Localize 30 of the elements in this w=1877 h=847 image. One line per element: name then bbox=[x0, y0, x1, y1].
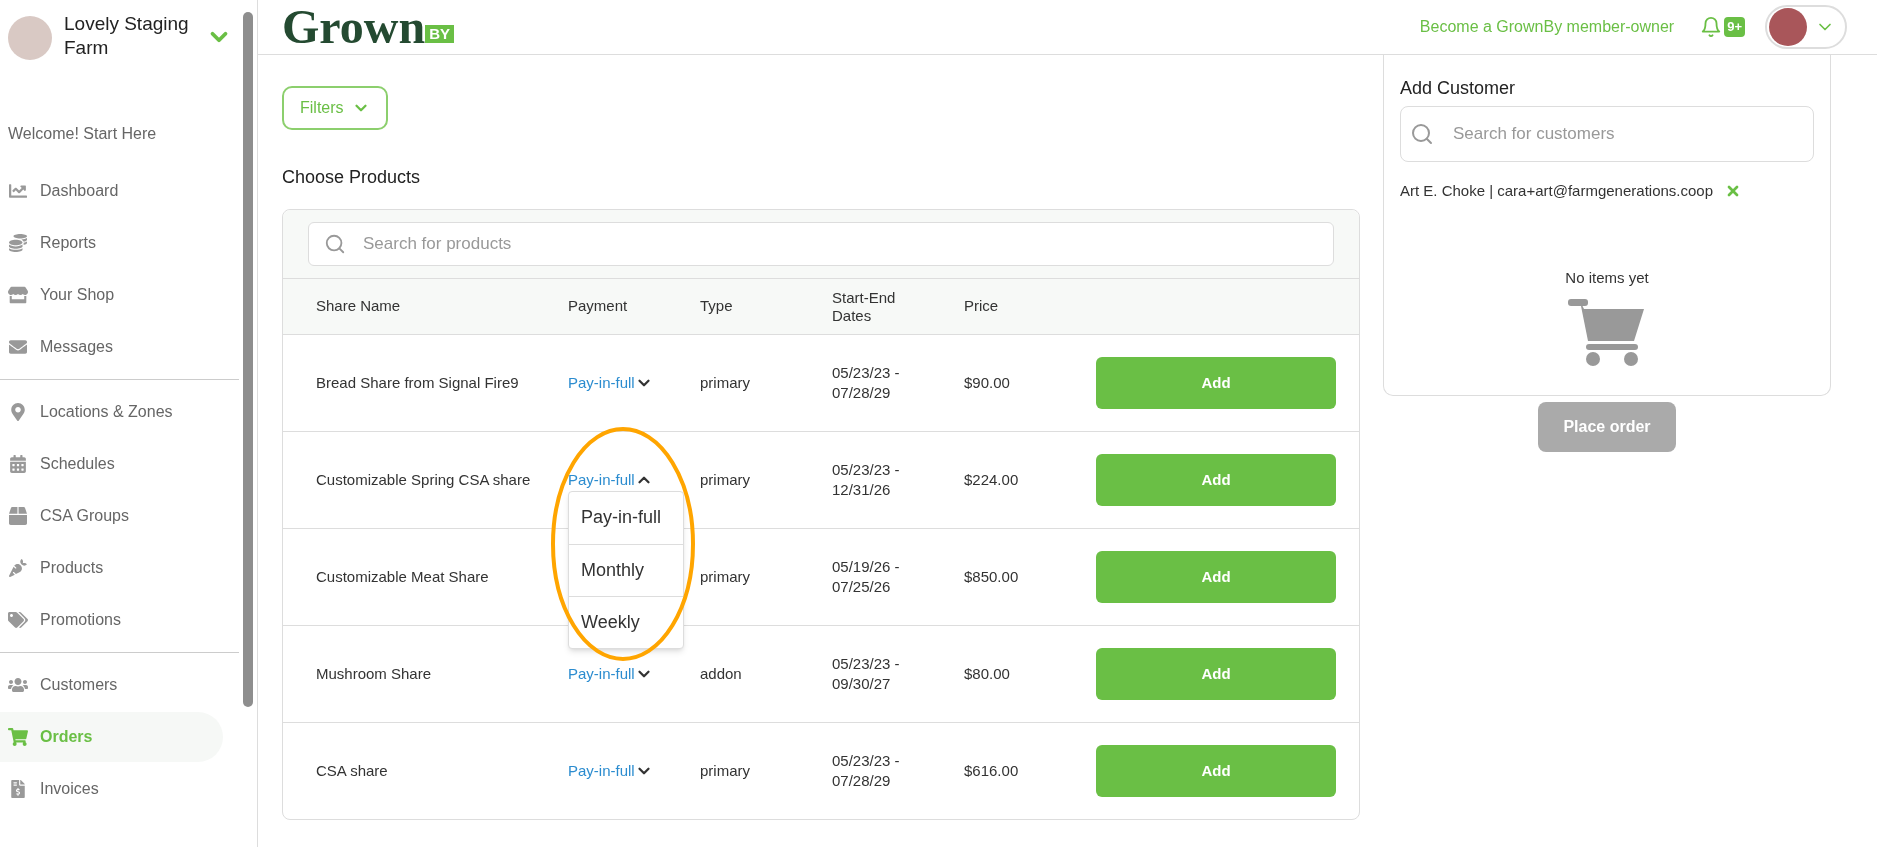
date-range: 05/23/23 - 07/28/29 bbox=[832, 751, 901, 791]
price: $616.00 bbox=[964, 760, 1020, 781]
share-name: CSA share bbox=[316, 761, 389, 781]
share-name: Mushroom Share bbox=[316, 664, 433, 684]
column-header: Type bbox=[700, 296, 734, 317]
date-range: 05/23/23 - 07/28/29 bbox=[832, 363, 901, 403]
price: $224.00 bbox=[964, 469, 1020, 490]
share-type: primary bbox=[700, 469, 751, 490]
price: $80.00 bbox=[964, 663, 1011, 684]
date-range: 05/23/23 - 09/30/27 bbox=[832, 654, 901, 694]
section-title: Choose Products bbox=[282, 166, 422, 189]
column-header: Share Name bbox=[316, 296, 402, 317]
share-name: Customizable Meat Share bbox=[316, 567, 490, 587]
notification-badge: 9+ bbox=[1724, 17, 1745, 37]
column-header: Price bbox=[964, 296, 1000, 317]
selected-customer: Art E. Choke | cara+art@farmgenerations.coop bbox=[1400, 181, 1714, 201]
column-header: Payment bbox=[568, 296, 629, 317]
share-type: primary bbox=[700, 760, 751, 781]
price: $90.00 bbox=[964, 372, 1011, 393]
price: $850.00 bbox=[964, 566, 1020, 587]
share-type: primary bbox=[700, 566, 751, 587]
share-type: primary bbox=[700, 372, 751, 393]
panel-title: Add Customer bbox=[1400, 77, 1517, 100]
column-header: Start-End Dates bbox=[832, 288, 897, 325]
share-name: Bread Share from Signal Fire9 bbox=[316, 373, 520, 393]
date-range: 05/19/26 - 07/25/26 bbox=[832, 557, 901, 597]
empty-message: No items yet bbox=[1564, 267, 1650, 288]
share-name: Customizable Spring CSA share bbox=[316, 470, 532, 490]
date-range: 05/23/23 - 12/31/26 bbox=[832, 460, 901, 500]
share-type: addon bbox=[700, 663, 743, 684]
